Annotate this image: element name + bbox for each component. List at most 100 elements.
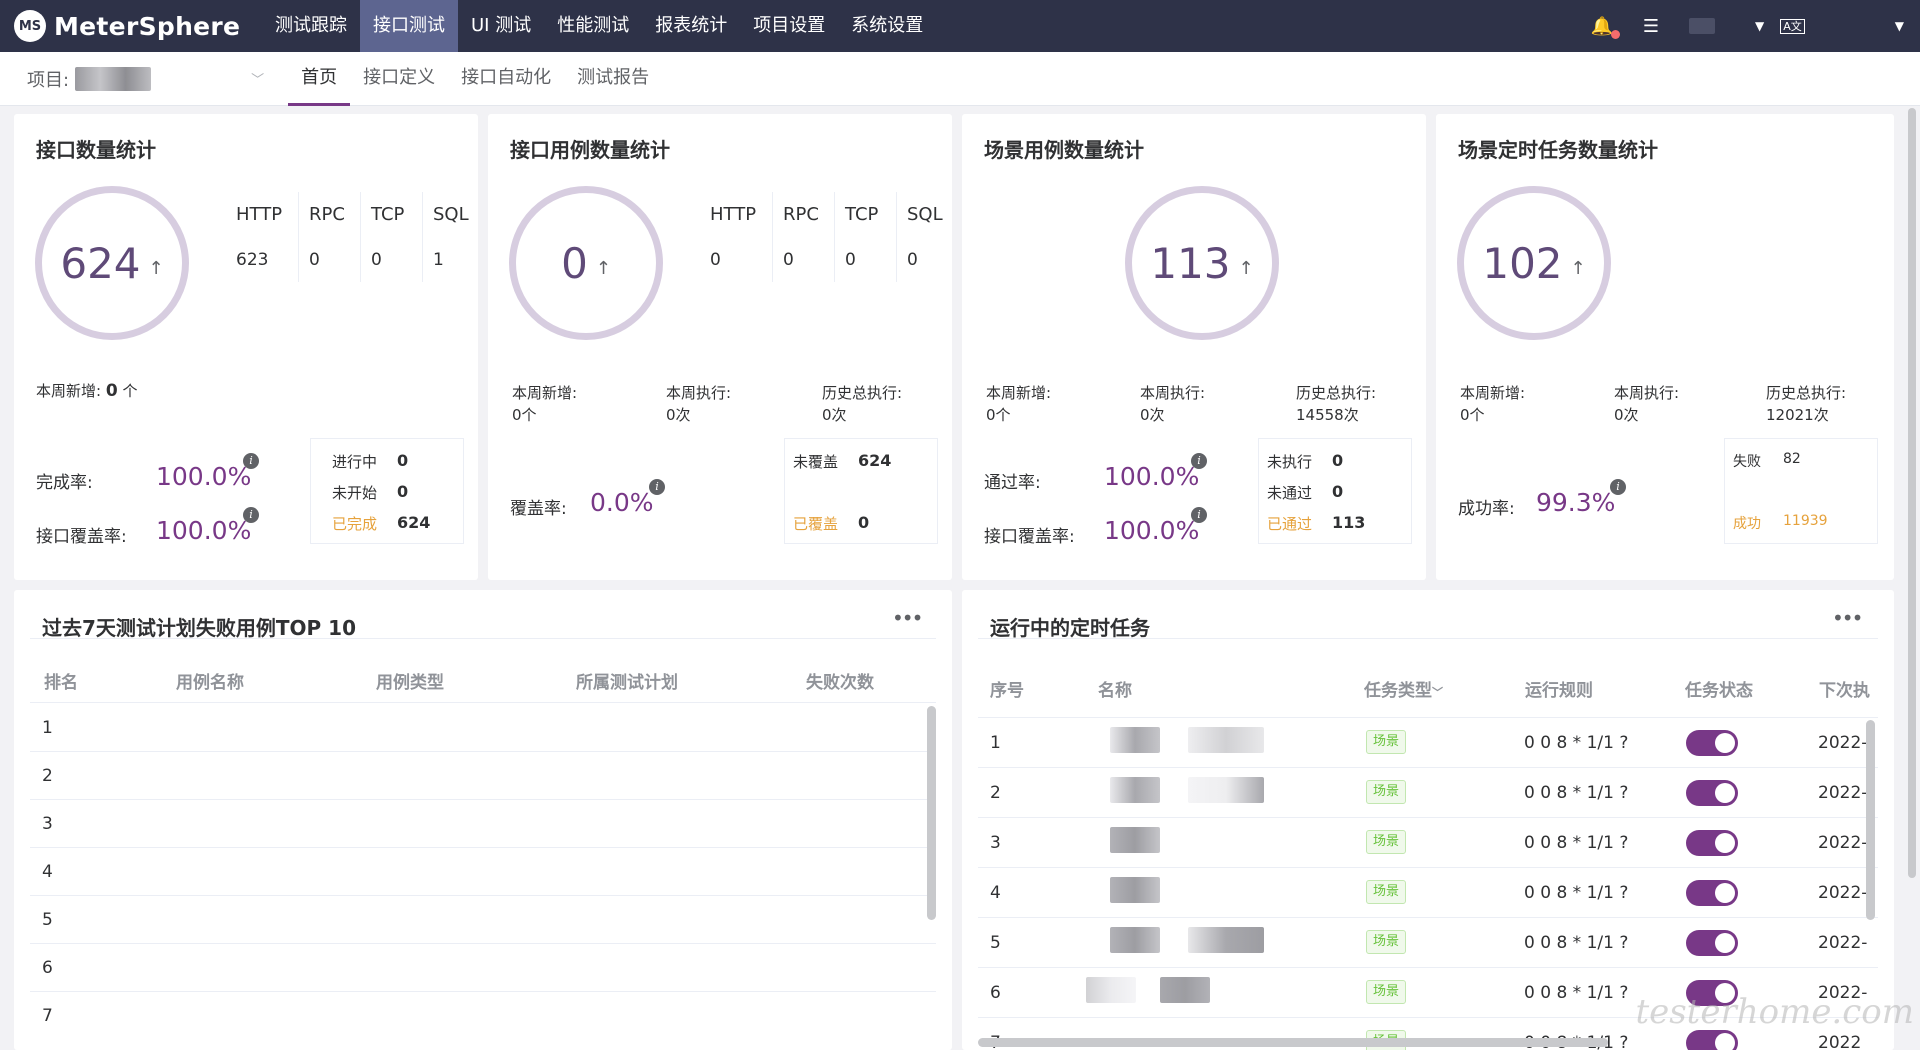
coverage-label: 接口覆盖率: xyxy=(36,527,127,547)
column-header-task-type[interactable]: 任务类型﹀ xyxy=(1364,676,1443,701)
workspace-select[interactable] xyxy=(1689,18,1715,34)
task-type-tag: 场景 xyxy=(1366,980,1407,1004)
protocol-name: RPC xyxy=(309,204,345,225)
coverage-value: 0.0% xyxy=(590,488,654,517)
stat-label: 本周新增: xyxy=(512,384,578,402)
metersphere-logo-icon: MS xyxy=(14,10,46,42)
stat-value: 12021次 xyxy=(1766,406,1829,424)
task-status-toggle[interactable] xyxy=(1686,730,1738,756)
status-value: 624 xyxy=(858,451,892,470)
rank-cell: 1 xyxy=(42,718,53,738)
tab-home[interactable]: 首页 xyxy=(288,52,351,106)
horizontal-scrollbar[interactable] xyxy=(978,1038,1608,1047)
task-status-toggle[interactable] xyxy=(1686,780,1738,806)
column-header[interactable]: 运行规则 xyxy=(1525,676,1593,701)
status-label: 未覆盖 xyxy=(793,453,839,471)
protocol-value: 0 xyxy=(907,250,918,270)
user-menu-chevron-icon[interactable]: ▼ xyxy=(1895,19,1904,33)
language-icon[interactable]: A文 xyxy=(1780,18,1805,34)
info-icon[interactable]: i xyxy=(243,507,259,523)
row-divider xyxy=(978,917,1878,918)
column-header[interactable]: 用例名称 xyxy=(176,668,244,693)
status-label: 未执行 xyxy=(1267,453,1313,471)
app-logo[interactable]: MS MeterSphere xyxy=(0,10,262,42)
task-rule: 0 0 8 * 1/1 ? xyxy=(1524,933,1629,953)
task-name-redacted xyxy=(1160,977,1210,1003)
column-header[interactable]: 排名 xyxy=(44,668,78,693)
info-icon[interactable]: i xyxy=(1191,453,1207,469)
status-label: 已完成 xyxy=(332,515,378,533)
notification-dot xyxy=(1610,29,1620,39)
bell-icon[interactable]: 🔔 xyxy=(1590,16,1620,39)
task-next-run: 2022- xyxy=(1818,933,1868,953)
nav-item-api-test[interactable]: 接口测试 xyxy=(360,0,458,52)
column-header[interactable]: 序号 xyxy=(990,676,1024,701)
sub-tabs: 首页 接口定义 接口自动化 测试报告 xyxy=(288,52,662,106)
column-header[interactable]: 所属测试计划 xyxy=(576,668,678,693)
info-icon[interactable]: i xyxy=(1191,507,1207,523)
info-icon[interactable]: i xyxy=(649,479,665,495)
protocol-col: SQL 0 xyxy=(896,192,958,282)
rank-cell: 7 xyxy=(42,1006,53,1026)
vertical-scrollbar[interactable] xyxy=(927,706,936,920)
main-nav: 测试跟踪 接口测试 UI 测试 性能测试 报表统计 项目设置 系统设置 xyxy=(262,0,936,52)
stat-label: 历史总执行: xyxy=(1766,384,1847,402)
protocol-name: SQL xyxy=(433,204,469,225)
protocol-name: HTTP xyxy=(710,204,757,225)
info-icon[interactable]: i xyxy=(1610,479,1626,495)
stat-history-exec: 历史总执行: 14558次 xyxy=(1296,382,1376,426)
divider xyxy=(978,638,1878,639)
case-count-card: 接口用例数量统计 0 ↑ HTTP 0 RPC 0 TCP 0 SQL 0 本周… xyxy=(488,114,952,580)
status-row: 未执行 0 xyxy=(1267,451,1343,472)
stat-value: 14558次 xyxy=(1296,406,1359,424)
task-status-toggle[interactable] xyxy=(1686,880,1738,906)
task-status-toggle[interactable] xyxy=(1686,930,1738,956)
nav-item-report[interactable]: 报表统计 xyxy=(642,0,740,52)
task-list-icon[interactable]: ☰ xyxy=(1643,16,1659,37)
case-status-box: 未覆盖 624 已覆盖 0 xyxy=(784,438,938,544)
nav-item-project-settings[interactable]: 项目设置 xyxy=(740,0,838,52)
task-name-redacted xyxy=(1188,727,1264,753)
nav-item-system-settings[interactable]: 系统设置 xyxy=(838,0,936,52)
nav-item-ui-test[interactable]: UI 测试 xyxy=(458,0,544,52)
page-scrollbar[interactable] xyxy=(1908,108,1916,878)
tab-api-automation[interactable]: 接口自动化 xyxy=(448,52,564,106)
chevron-down-icon[interactable]: ▼ xyxy=(1755,19,1764,33)
stat-label: 历史总执行: xyxy=(1296,384,1377,402)
more-icon[interactable]: ••• xyxy=(1832,606,1863,630)
task-index: 6 xyxy=(990,983,1001,1003)
column-header[interactable]: 下次执 xyxy=(1819,676,1881,701)
stat-week-new: 本周新增: 0个 xyxy=(512,382,577,426)
tab-api-definition[interactable]: 接口定义 xyxy=(350,52,448,106)
task-name-redacted xyxy=(1110,777,1160,803)
column-header[interactable]: 名称 xyxy=(1098,676,1132,701)
tab-test-report[interactable]: 测试报告 xyxy=(564,52,662,106)
nav-item-test-track[interactable]: 测试跟踪 xyxy=(262,0,360,52)
protocol-name: RPC xyxy=(783,204,819,225)
protocol-name: TCP xyxy=(371,204,405,225)
column-header[interactable]: 用例类型 xyxy=(376,668,444,693)
column-header[interactable]: 任务状态 xyxy=(1685,676,1753,701)
task-status-toggle[interactable] xyxy=(1686,830,1738,856)
vertical-scrollbar[interactable] xyxy=(1866,720,1875,920)
api-total-value: 624 xyxy=(60,238,141,288)
scenario-total-value: 113 xyxy=(1150,238,1231,288)
protocol-col: TCP 0 xyxy=(360,192,422,282)
column-header[interactable]: 失败次数 xyxy=(806,668,874,693)
protocol-value: 1 xyxy=(433,250,444,270)
task-type-tag: 场景 xyxy=(1366,780,1407,804)
task-index: 2 xyxy=(990,783,1001,803)
nav-item-performance-test[interactable]: 性能测试 xyxy=(544,0,642,52)
task-name-redacted xyxy=(1188,927,1264,953)
coverage-value: 100.0% xyxy=(1104,516,1200,545)
row-divider xyxy=(30,895,936,896)
protocol-value: 0 xyxy=(783,250,794,270)
task-index: 4 xyxy=(990,883,1001,903)
info-icon[interactable]: i xyxy=(243,453,259,469)
more-icon[interactable]: ••• xyxy=(892,606,923,630)
task-status-toggle[interactable] xyxy=(1686,1030,1738,1050)
api-status-box: 进行中 0 未开始 0 已完成 624 xyxy=(310,438,464,544)
stat-value: 0次 xyxy=(822,406,847,424)
project-select[interactable]: ﹀ xyxy=(69,66,274,91)
protocol-value: 0 xyxy=(710,250,721,270)
